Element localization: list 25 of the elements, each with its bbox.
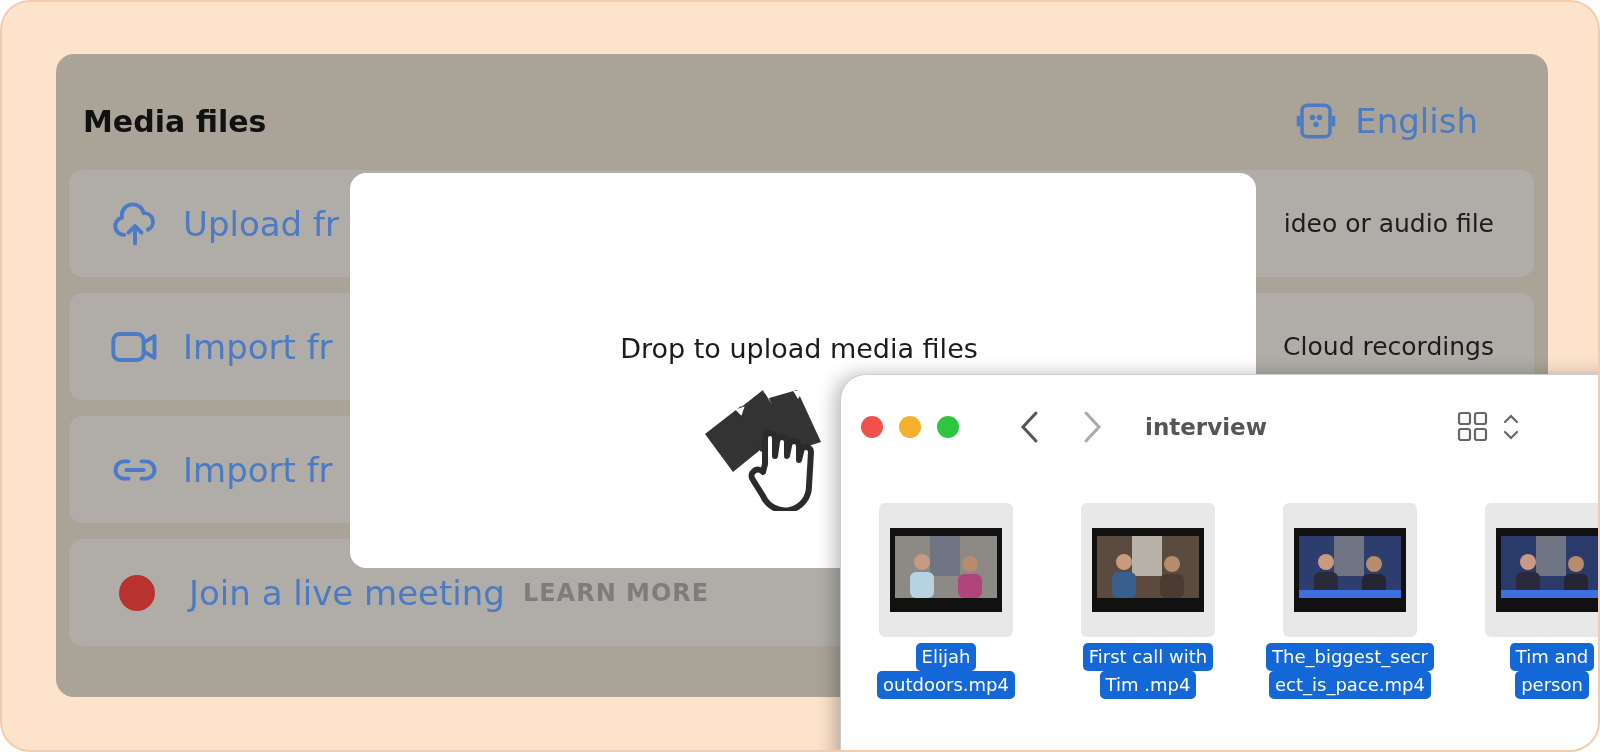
file-item[interactable]: First call with Tim .mp4 (1047, 503, 1249, 699)
file-item[interactable]: Elijah outdoors.mp4 (845, 503, 1047, 699)
file-name: outdoors.mp4 (877, 671, 1015, 699)
file-item[interactable]: Tim and person (1451, 503, 1598, 699)
file-name: ect_is_pace.mp4 (1269, 671, 1431, 699)
option-description: Cloud recordings (1283, 332, 1494, 361)
recording-dot-icon (119, 574, 155, 611)
window-control[interactable] (861, 416, 883, 438)
file-name: Tim .mp4 (1099, 671, 1197, 699)
option-label: Upload fr (183, 203, 339, 244)
option-label: Import fr (183, 449, 333, 490)
file-name: Tim and (1509, 643, 1595, 671)
file-name: The_biggest_secr (1266, 643, 1434, 671)
panel-title: Media files (83, 103, 267, 139)
file-name: person (1515, 671, 1589, 699)
option-description: ideo or audio file (1283, 209, 1494, 238)
file-name: First call with (1082, 643, 1214, 671)
option-label: Import fr (183, 326, 333, 367)
option-label: Join a live meeting (189, 572, 505, 613)
drop-message: Drop to upload media files (620, 333, 978, 364)
file-item[interactable]: The_biggest_secr ect_is_pace.mp4 (1249, 503, 1451, 699)
folder-title: interview (1145, 414, 1267, 440)
window-control[interactable] (937, 416, 959, 438)
file-name: Elijah (915, 643, 977, 671)
window-control[interactable] (899, 416, 921, 438)
